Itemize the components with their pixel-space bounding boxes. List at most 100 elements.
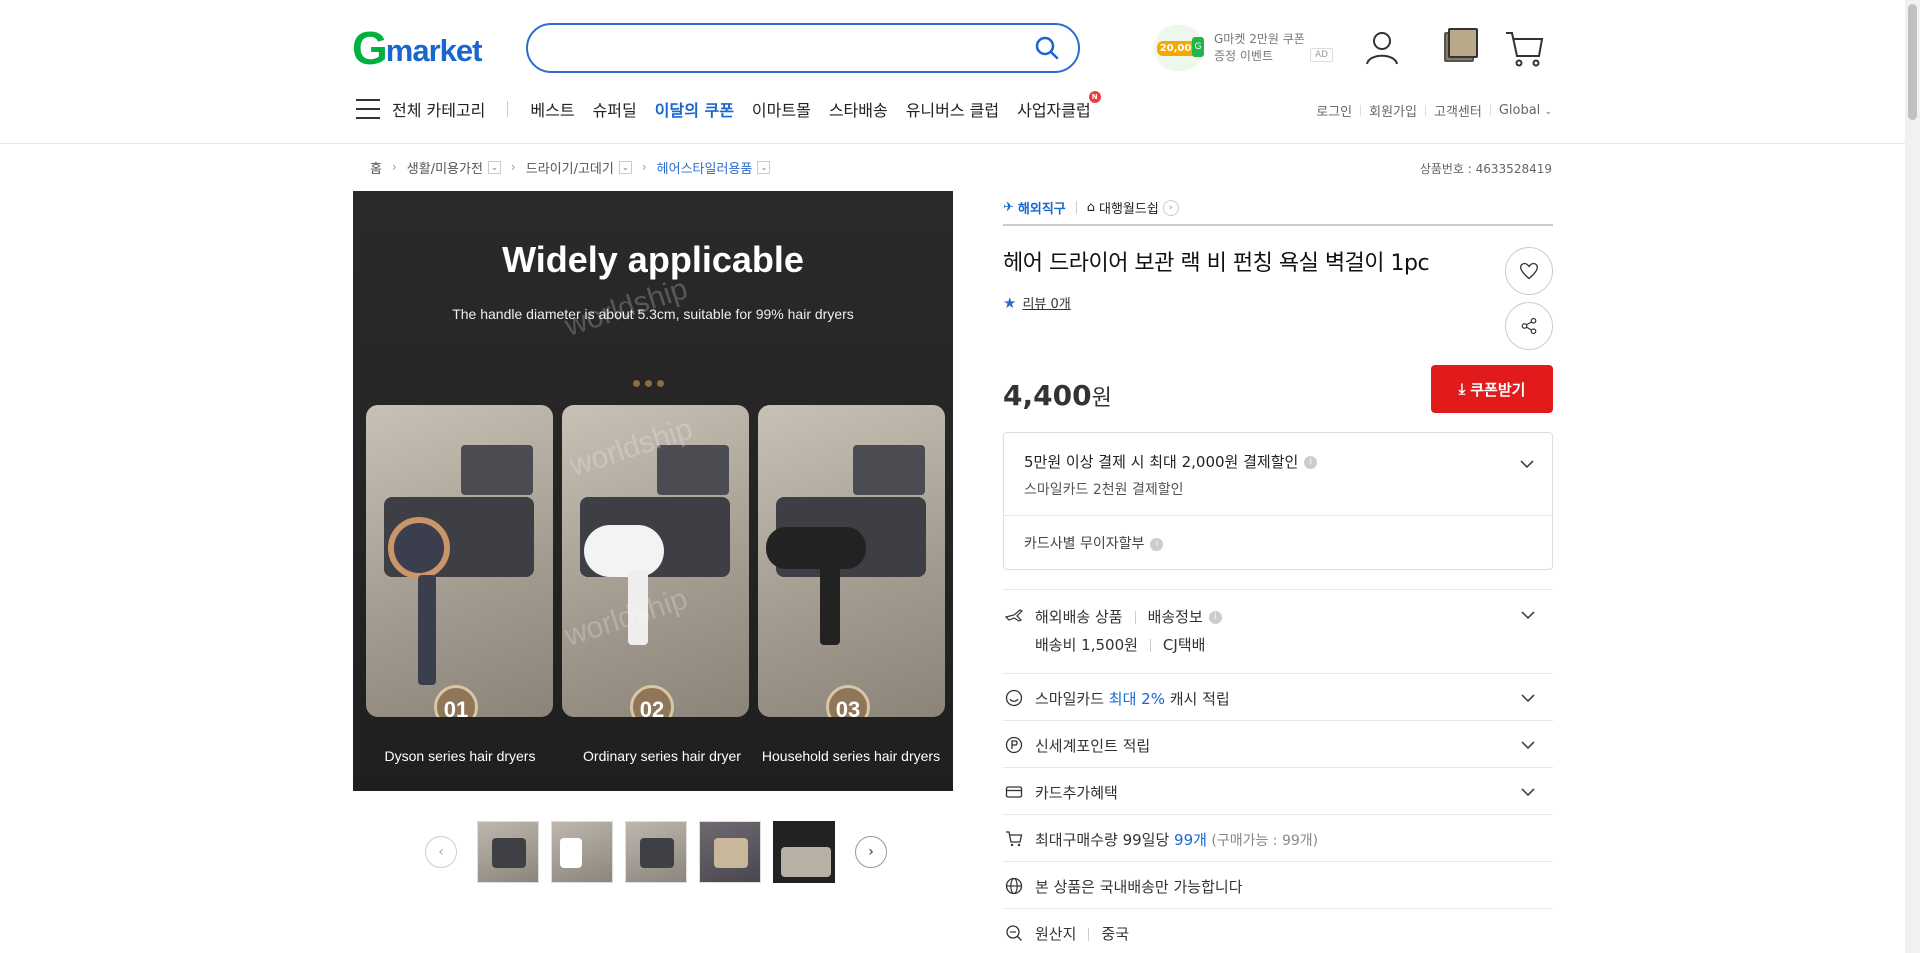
installment-text: 카드사별 무이자할부 bbox=[1024, 536, 1145, 552]
heart-icon bbox=[1519, 262, 1539, 280]
info-icon[interactable]: i bbox=[1150, 537, 1164, 551]
thumbnail[interactable] bbox=[477, 821, 539, 883]
ad-text: G마켓 2만원 쿠폰 증정 이벤트 bbox=[1214, 31, 1305, 65]
breadcrumb: 홈 › 생활/미용가전 ⌄ › 드라이기/고데기 ⌄ › 헤어스타일러용품 ⌄ bbox=[370, 158, 771, 177]
recent-items-icon[interactable] bbox=[1440, 28, 1480, 68]
nav-emart[interactable]: 이마트몰 bbox=[752, 97, 811, 121]
thumb-next-button[interactable]: › bbox=[855, 836, 887, 868]
cart-icon[interactable] bbox=[1504, 28, 1544, 68]
coupon-button[interactable]: ⤓ 쿠폰받기 bbox=[1431, 365, 1553, 413]
review-row: ★ 리뷰 0개 bbox=[1003, 293, 1071, 313]
logo-g: G bbox=[352, 22, 388, 74]
chevron-down-icon[interactable] bbox=[1521, 691, 1535, 705]
coupon-button-label: 쿠폰받기 bbox=[1470, 380, 1526, 399]
crumb-home[interactable]: 홈 bbox=[370, 158, 382, 177]
image-title: Widely applicable bbox=[502, 239, 804, 280]
cart-icon bbox=[1006, 831, 1023, 847]
chevron-down-icon[interactable]: ⌄ bbox=[618, 160, 632, 174]
chevron-down-icon[interactable] bbox=[1521, 785, 1535, 799]
nav-star-delivery[interactable]: 스타배송 bbox=[829, 97, 888, 121]
thumbnail[interactable] bbox=[551, 821, 613, 883]
nav-business-club[interactable]: 사업자클럽 N bbox=[1017, 91, 1101, 121]
nav-best[interactable]: 베스트 bbox=[530, 97, 574, 121]
overseas-label: 해외직구 bbox=[1017, 202, 1066, 217]
share-button[interactable] bbox=[1505, 302, 1553, 350]
login-link[interactable]: 로그인 bbox=[1316, 101, 1352, 120]
gmarket-logo[interactable]: Gmarket bbox=[352, 22, 482, 74]
dryer bbox=[388, 517, 450, 579]
shop-link[interactable]: ⌂ 대행월드쉽 › bbox=[1087, 198, 1179, 217]
product-main-image[interactable]: Widely applicable The handle diameter is… bbox=[353, 191, 953, 791]
coupon-badge: 20,000 G bbox=[1154, 25, 1204, 71]
panel-caption: Ordinary series hair dryer bbox=[583, 748, 741, 764]
all-category[interactable]: 전체 카테고리 bbox=[392, 97, 485, 121]
menu-icon[interactable] bbox=[356, 99, 380, 119]
chevron-right-icon: › bbox=[1162, 199, 1179, 216]
max-purchase-row: 최대구매수량 99일당 99개 (구매가능 : 99개) bbox=[1003, 814, 1553, 861]
crumb-level2[interactable]: 드라이기/고데기 bbox=[526, 158, 614, 177]
review-link[interactable]: 리뷰 0개 bbox=[1022, 293, 1070, 312]
thumbnail-strip: ‹ › bbox=[425, 821, 887, 883]
price: 4,400원 bbox=[1003, 379, 1112, 412]
ad-line2: 증정 이벤트 bbox=[1214, 49, 1274, 63]
airplane-icon bbox=[1005, 609, 1023, 622]
g-mark: G bbox=[1192, 37, 1204, 57]
nav-universe-club[interactable]: 유니버스 클럽 bbox=[906, 97, 999, 121]
user-icon[interactable] bbox=[1362, 28, 1402, 68]
nav-monthly-coupon[interactable]: 이달의 쿠폰 bbox=[655, 97, 734, 121]
card-benefit-row: 카드추가혜택 bbox=[1003, 767, 1553, 814]
panel-caption: Household series hair dryers bbox=[761, 748, 941, 764]
shipping-type: 해외배송 상품 bbox=[1035, 608, 1123, 626]
shinsegae-row: 신세계포인트 적립 bbox=[1003, 720, 1553, 767]
util-menu: 로그인 회원가입 고객센터 Global ⌄ bbox=[1316, 101, 1552, 120]
global-nav: 전체 카테고리 베스트 슈퍼딜 이달의 쿠폰 이마트몰 스타배송 유니버스 클럽… bbox=[356, 91, 1109, 122]
thumbnail[interactable] bbox=[625, 821, 687, 883]
chevron-down-icon[interactable] bbox=[1521, 738, 1535, 752]
search-bar bbox=[526, 23, 1080, 73]
panel-caption: Dyson series hair dryers bbox=[384, 748, 536, 764]
info-icon[interactable]: i bbox=[1208, 611, 1222, 624]
thumbnail[interactable] bbox=[699, 821, 761, 883]
globe-icon bbox=[1005, 877, 1023, 895]
shipping-info: 배송정보 bbox=[1147, 608, 1203, 626]
search-icon[interactable] bbox=[1034, 35, 1060, 61]
smile-text-post: 캐시 적립 bbox=[1164, 690, 1230, 708]
point-icon bbox=[1005, 736, 1023, 754]
scrollbar-thumb[interactable] bbox=[1908, 4, 1917, 120]
customer-center-link[interactable]: 고객센터 bbox=[1434, 101, 1482, 120]
crumb-level1[interactable]: 생활/미용가전 bbox=[407, 158, 483, 177]
chevron-down-icon[interactable]: ⌄ bbox=[757, 160, 771, 174]
nav-business-club-label: 사업자클럽 bbox=[1017, 101, 1091, 120]
chevron-down-icon[interactable] bbox=[1520, 457, 1534, 471]
product-title: 헤어 드라이어 보관 랙 비 펀칭 욕실 벽걸이 1pc bbox=[1003, 251, 1430, 276]
panel-number: 02 bbox=[630, 685, 674, 717]
scrollbar[interactable] bbox=[1905, 0, 1920, 953]
ad-banner[interactable]: 20,000 G G마켓 2만원 쿠폰 증정 이벤트 AD bbox=[1154, 24, 1334, 72]
chevron-down-icon[interactable]: ⌄ bbox=[487, 160, 501, 174]
share-icon bbox=[1521, 317, 1537, 335]
panel-number: 01 bbox=[434, 685, 478, 717]
search-input[interactable] bbox=[548, 25, 1028, 69]
ad-line1: G마켓 2만원 쿠폰 bbox=[1214, 32, 1305, 46]
chevron-down-icon[interactable] bbox=[1521, 608, 1535, 622]
discount-box: 5만원 이상 결제 시 최대 2,000원 결제할인 i 스마일카드 2천원 결제… bbox=[1003, 432, 1553, 570]
smilecard-row: 스마일카드 최대 2% 캐시 적립 bbox=[1003, 673, 1553, 720]
home-icon: ⌂ bbox=[1086, 200, 1096, 215]
card-benefit-text: 카드추가혜택 bbox=[1035, 784, 1118, 802]
origin-label: 원산지 bbox=[1035, 925, 1077, 943]
chevron-right-icon: › bbox=[510, 160, 516, 174]
thumb-prev-button[interactable]: ‹ bbox=[425, 836, 457, 868]
cup bbox=[461, 445, 533, 495]
crumb-current[interactable]: 헤어스타일러용품 bbox=[657, 158, 753, 177]
nav-superdeal[interactable]: 슈퍼딜 bbox=[593, 97, 637, 121]
product-panel-1: 01 bbox=[366, 405, 553, 717]
wishlist-button[interactable] bbox=[1505, 247, 1553, 295]
product-number: 상품번호 : 4633528419 bbox=[1419, 162, 1552, 176]
overseas-direct[interactable]: ✈ 해외직구 bbox=[1003, 198, 1066, 217]
info-icon[interactable]: i bbox=[1304, 456, 1318, 469]
installment-row: 카드사별 무이자할부 i bbox=[1024, 533, 1164, 553]
signup-link[interactable]: 회원가입 bbox=[1369, 101, 1417, 120]
shop-name: 대행월드쉽 bbox=[1099, 202, 1159, 217]
thumbnail-selected[interactable] bbox=[773, 821, 835, 883]
global-menu[interactable]: Global ⌄ bbox=[1499, 103, 1552, 118]
